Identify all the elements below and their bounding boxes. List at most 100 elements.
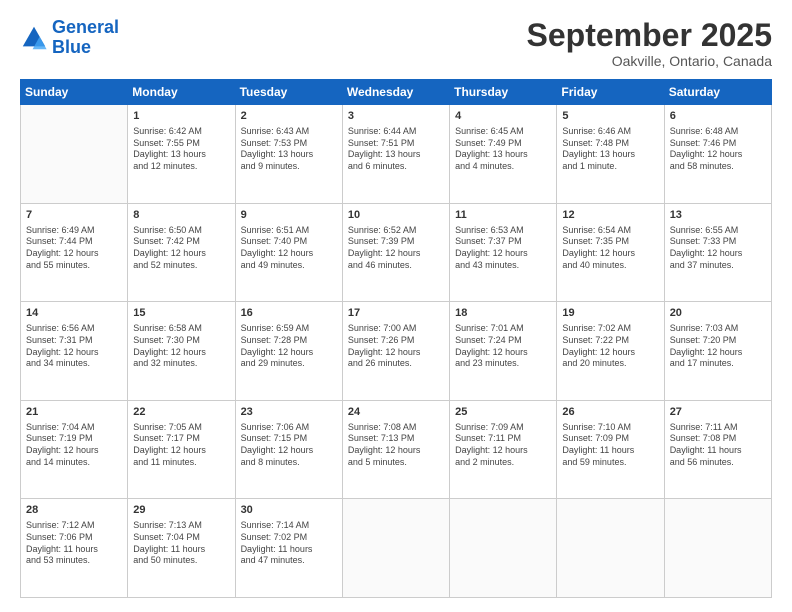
calendar-cell: 17Sunrise: 7:00 AMSunset: 7:26 PMDayligh… xyxy=(342,302,449,401)
location: Oakville, Ontario, Canada xyxy=(527,53,772,69)
cell-info: and 17 minutes. xyxy=(670,358,766,370)
cell-info: Sunset: 7:06 PM xyxy=(26,532,122,544)
day-number: 1 xyxy=(133,109,229,124)
day-number: 2 xyxy=(241,109,337,124)
cell-info: Sunrise: 7:09 AM xyxy=(455,422,551,434)
cell-info: Daylight: 12 hours xyxy=(241,347,337,359)
cell-info: Sunrise: 7:00 AM xyxy=(348,323,444,335)
calendar-cell: 9Sunrise: 6:51 AMSunset: 7:40 PMDaylight… xyxy=(235,203,342,302)
cell-info: Sunrise: 6:53 AM xyxy=(455,225,551,237)
logo-text: General Blue xyxy=(52,18,119,58)
calendar-cell: 12Sunrise: 6:54 AMSunset: 7:35 PMDayligh… xyxy=(557,203,664,302)
cell-info: Sunset: 7:13 PM xyxy=(348,433,444,445)
cell-info: Sunrise: 6:54 AM xyxy=(562,225,658,237)
cell-info: Daylight: 11 hours xyxy=(670,445,766,457)
cell-info: Daylight: 12 hours xyxy=(455,347,551,359)
cell-info: Sunrise: 6:44 AM xyxy=(348,126,444,138)
cell-info: Sunrise: 6:56 AM xyxy=(26,323,122,335)
cell-info: Daylight: 12 hours xyxy=(670,347,766,359)
cell-info: Sunset: 7:44 PM xyxy=(26,236,122,248)
day-number: 7 xyxy=(26,208,122,223)
cell-info: Sunset: 7:48 PM xyxy=(562,138,658,150)
day-number: 19 xyxy=(562,306,658,321)
cell-info: and 34 minutes. xyxy=(26,358,122,370)
weekday-header-sunday: Sunday xyxy=(21,80,128,105)
calendar-cell: 14Sunrise: 6:56 AMSunset: 7:31 PMDayligh… xyxy=(21,302,128,401)
cell-info: Sunrise: 6:59 AM xyxy=(241,323,337,335)
cell-info: Daylight: 12 hours xyxy=(241,248,337,260)
calendar-cell: 22Sunrise: 7:05 AMSunset: 7:17 PMDayligh… xyxy=(128,400,235,499)
cell-info: and 46 minutes. xyxy=(348,260,444,272)
day-number: 23 xyxy=(241,405,337,420)
cell-info: Daylight: 13 hours xyxy=(455,149,551,161)
cell-info: Sunset: 7:24 PM xyxy=(455,335,551,347)
cell-info: and 37 minutes. xyxy=(670,260,766,272)
calendar-cell: 28Sunrise: 7:12 AMSunset: 7:06 PMDayligh… xyxy=(21,499,128,598)
calendar-cell: 11Sunrise: 6:53 AMSunset: 7:37 PMDayligh… xyxy=(450,203,557,302)
weekday-header-monday: Monday xyxy=(128,80,235,105)
cell-info: Sunset: 7:42 PM xyxy=(133,236,229,248)
cell-info: Sunset: 7:33 PM xyxy=(670,236,766,248)
cell-info: Sunrise: 7:05 AM xyxy=(133,422,229,434)
day-number: 18 xyxy=(455,306,551,321)
cell-info: and 58 minutes. xyxy=(670,161,766,173)
cell-info: and 26 minutes. xyxy=(348,358,444,370)
cell-info: and 29 minutes. xyxy=(241,358,337,370)
cell-info: Sunrise: 6:49 AM xyxy=(26,225,122,237)
week-row-3: 14Sunrise: 6:56 AMSunset: 7:31 PMDayligh… xyxy=(21,302,772,401)
cell-info: and 4 minutes. xyxy=(455,161,551,173)
week-row-4: 21Sunrise: 7:04 AMSunset: 7:19 PMDayligh… xyxy=(21,400,772,499)
cell-info: Daylight: 12 hours xyxy=(133,347,229,359)
title-block: September 2025 Oakville, Ontario, Canada xyxy=(527,18,772,69)
calendar-cell: 5Sunrise: 6:46 AMSunset: 7:48 PMDaylight… xyxy=(557,105,664,204)
cell-info: Daylight: 12 hours xyxy=(133,445,229,457)
page: General Blue September 2025 Oakville, On… xyxy=(0,0,792,612)
day-number: 15 xyxy=(133,306,229,321)
cell-info: Sunset: 7:20 PM xyxy=(670,335,766,347)
cell-info: and 2 minutes. xyxy=(455,457,551,469)
calendar-cell: 1Sunrise: 6:42 AMSunset: 7:55 PMDaylight… xyxy=(128,105,235,204)
cell-info: Daylight: 12 hours xyxy=(670,149,766,161)
cell-info: Sunrise: 6:55 AM xyxy=(670,225,766,237)
cell-info: Sunrise: 7:11 AM xyxy=(670,422,766,434)
cell-info: Daylight: 12 hours xyxy=(455,445,551,457)
logo-icon xyxy=(20,24,48,52)
cell-info: Sunrise: 7:01 AM xyxy=(455,323,551,335)
calendar-cell: 18 Sunrise: 7:01 AMSunset: 7:24 PMDayligh… xyxy=(450,302,557,401)
cell-info: Sunrise: 6:51 AM xyxy=(241,225,337,237)
cell-info: Sunset: 7:37 PM xyxy=(455,236,551,248)
day-number: 30 xyxy=(241,503,337,518)
month-title: September 2025 xyxy=(527,18,772,53)
calendar-cell: 19Sunrise: 7:02 AMSunset: 7:22 PMDayligh… xyxy=(557,302,664,401)
cell-info: Daylight: 13 hours xyxy=(241,149,337,161)
cell-info: Sunset: 7:08 PM xyxy=(670,433,766,445)
cell-info: Sunrise: 6:43 AM xyxy=(241,126,337,138)
calendar-cell xyxy=(342,499,449,598)
calendar-table: SundayMondayTuesdayWednesdayThursdayFrid… xyxy=(20,79,772,598)
cell-info: Sunset: 7:53 PM xyxy=(241,138,337,150)
cell-info: Sunrise: 7:13 AM xyxy=(133,520,229,532)
calendar-cell: 7Sunrise: 6:49 AMSunset: 7:44 PMDaylight… xyxy=(21,203,128,302)
cell-info: Daylight: 11 hours xyxy=(241,544,337,556)
day-number: 12 xyxy=(562,208,658,223)
day-number: 11 xyxy=(455,208,551,223)
calendar-cell: 21Sunrise: 7:04 AMSunset: 7:19 PMDayligh… xyxy=(21,400,128,499)
cell-info: and 56 minutes. xyxy=(670,457,766,469)
weekday-header-wednesday: Wednesday xyxy=(342,80,449,105)
calendar-cell: 10Sunrise: 6:52 AMSunset: 7:39 PMDayligh… xyxy=(342,203,449,302)
cell-info: Sunset: 7:55 PM xyxy=(133,138,229,150)
cell-info: and 14 minutes. xyxy=(26,457,122,469)
weekday-header-saturday: Saturday xyxy=(664,80,771,105)
cell-info: Daylight: 12 hours xyxy=(26,347,122,359)
cell-info: Sunset: 7:31 PM xyxy=(26,335,122,347)
cell-info: and 11 minutes. xyxy=(133,457,229,469)
calendar-cell: 25Sunrise: 7:09 AMSunset: 7:11 PMDayligh… xyxy=(450,400,557,499)
cell-info: Sunset: 7:28 PM xyxy=(241,335,337,347)
cell-info: Sunset: 7:22 PM xyxy=(562,335,658,347)
calendar-cell: 24Sunrise: 7:08 AMSunset: 7:13 PMDayligh… xyxy=(342,400,449,499)
header: General Blue September 2025 Oakville, On… xyxy=(20,18,772,69)
cell-info: Sunset: 7:19 PM xyxy=(26,433,122,445)
cell-info: Sunrise: 6:46 AM xyxy=(562,126,658,138)
cell-info: and 8 minutes. xyxy=(241,457,337,469)
cell-info: Daylight: 13 hours xyxy=(562,149,658,161)
